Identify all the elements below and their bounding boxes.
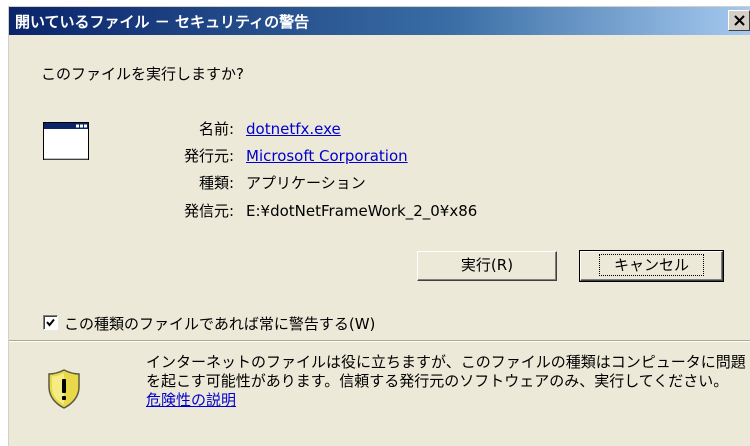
warning-text: インターネットのファイルは役に立ちますが、このファイルの種類はコンピュータに問題… (146, 353, 746, 390)
file-type-row: 種類: アプリケーション (154, 172, 366, 194)
file-name-label: 名前: (198, 120, 234, 138)
security-warning-dialog: 開いているファイル － セキュリティの警告 このファイルを実行しますか? 名前:… (8, 6, 750, 446)
file-name-row: 名前: dotnetfx.exe (154, 118, 341, 140)
always-warn-checkbox[interactable] (43, 315, 58, 330)
run-button-label: 実行(R) (460, 256, 514, 274)
application-window-icon (43, 122, 89, 160)
checkmark-icon (46, 318, 55, 327)
always-warn-checkbox-row[interactable]: この種類のファイルであれば常に警告する(W) (43, 313, 375, 334)
cancel-button-label: キャンセル (598, 254, 704, 276)
file-name-link[interactable]: dotnetfx.exe (246, 120, 341, 138)
separator (9, 340, 750, 342)
risk-explanation-link[interactable]: 危険性の説明 (146, 391, 236, 409)
publisher-label: 発行元: (183, 147, 234, 165)
always-warn-label: この種類のファイルであれば常に警告する(W) (64, 315, 376, 333)
source-value: E:¥dotNetFrameWork_2_0¥x86 (246, 202, 478, 220)
title-bar[interactable]: 開いているファイル － セキュリティの警告 (9, 7, 750, 35)
source-label: 発信元: (183, 202, 234, 220)
cancel-button[interactable]: キャンセル (579, 250, 724, 282)
run-question: このファイルを実行しますか? (41, 65, 244, 83)
window-title: 開いているファイル － セキュリティの警告 (15, 13, 310, 31)
close-icon (734, 15, 745, 26)
file-type-value: アプリケーション (246, 174, 366, 192)
publisher-link[interactable]: Microsoft Corporation (246, 147, 408, 165)
publisher-row: 発行元: Microsoft Corporation (154, 145, 408, 167)
shield-warning-icon (48, 369, 80, 409)
run-button[interactable]: 実行(R) (417, 251, 557, 281)
source-row: 発信元: E:¥dotNetFrameWork_2_0¥x86 (154, 200, 477, 222)
warning-message: インターネットのファイルは役に立ちますが、このファイルの種類はコンピュータに問題… (146, 353, 746, 410)
close-button[interactable] (728, 10, 750, 31)
file-type-label: 種類: (198, 174, 234, 192)
